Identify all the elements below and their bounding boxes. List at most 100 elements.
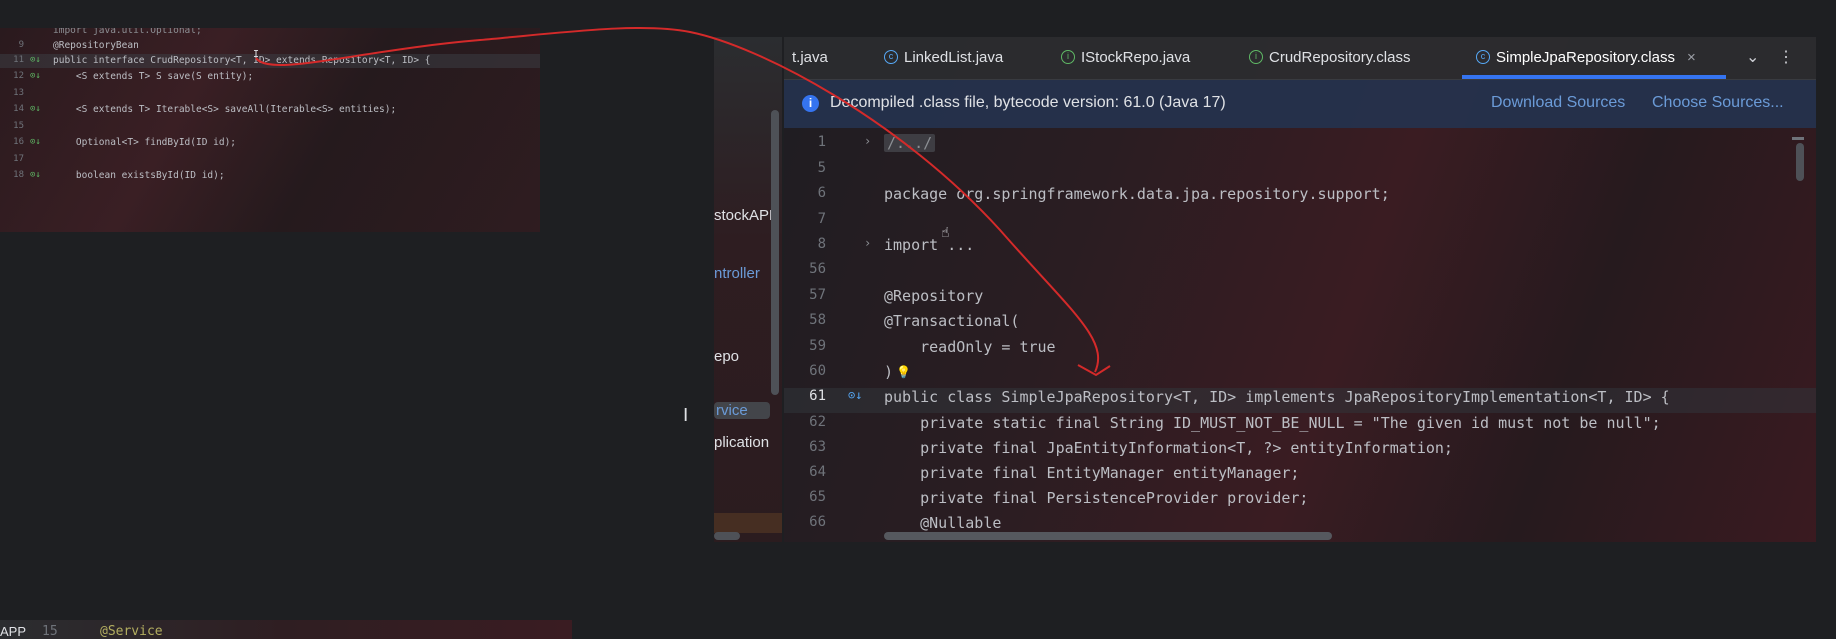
code-line[interactable]: import ... [884,236,974,254]
tree-item[interactable]: stockAPP [714,207,779,224]
download-sources-link[interactable]: Download Sources [1491,94,1625,112]
code-line: <S extends T> Iterable<S> saveAll(Iterab… [53,104,397,115]
scroll-marker [1792,137,1804,140]
line-number: 11 [13,55,24,65]
line-number: 60 [809,363,826,379]
tree-item[interactable]: ntroller [714,265,760,282]
tree-label: APP [0,624,27,639]
implemented-gutter-icon[interactable]: ⊙↓ [30,55,41,65]
line-number: 13 [13,88,24,98]
line-number: 63 [809,439,826,455]
line-number: 64 [809,464,826,480]
code-line: private final EntityManager entityManage… [884,464,1300,482]
code-line: private final PersistenceProvider provid… [884,489,1309,507]
fold-expand-icon[interactable]: › [864,236,871,250]
implemented-gutter-icon[interactable]: ⊙↓ [30,137,41,147]
line-number: 6 [817,185,826,201]
tab-istockrepo-java[interactable]: i IStockRepo.java [1061,37,1190,79]
vertical-scrollbar[interactable] [1796,143,1804,181]
line-number: 62 [809,414,826,430]
line-number: 16 [13,137,24,147]
code-row: 57 @Repository [784,287,1816,312]
line-number: 18 [13,170,24,180]
tree-vertical-scrollbar[interactable] [771,110,779,395]
code-row: 59 readOnly = true [784,338,1816,363]
tab-label: IStockRepo.java [1081,49,1191,66]
code-row: 5 [784,160,1816,185]
info-icon: i [802,95,819,112]
implemented-gutter-icon[interactable]: ⊙↓ [30,71,41,81]
lightbulb-icon[interactable]: 💡 [896,365,911,379]
line-number: 58 [809,312,826,328]
line-number: 65 [809,489,826,505]
mouse-pointer-icon: ☝ [941,225,950,241]
tree-item[interactable]: epo [714,348,739,365]
code-line: @Service [100,624,163,639]
line-number: 57 [809,287,826,303]
code-editor[interactable]: t.java c LinkedList.java i IStockRepo.java… [784,37,1816,542]
line-number: 61 [809,388,826,404]
code-line: import java.util.Optional; [53,28,202,36]
code-line: private static final String ID_MUST_NOT_… [884,414,1661,432]
second-editor-fragment: APP 15 @Service [0,620,572,639]
line-number: 15 [13,121,24,131]
implemented-gutter-icon[interactable]: ⊙↓ [848,388,862,402]
implemented-gutter-icon[interactable]: ⊙↓ [30,170,41,180]
code-line: <S extends T> S save(S entity); [53,71,254,82]
code-row: 58 @Transactional( [784,312,1816,337]
code-line: @RepositoryBean [53,40,139,51]
code-line: boolean existsById(ID id); [53,170,225,181]
horizontal-scrollbar[interactable] [884,532,1332,540]
code-line: public interface CrudRepository<T, ID> e… [53,55,431,66]
tree-item[interactable]: plication [714,434,769,451]
banner-message: Decompiled .class file, bytecode version… [830,94,1226,111]
decompiled-notice-banner: i Decompiled .class file, bytecode versi… [784,80,1816,128]
code-line: public class SimpleJpaRepository<T, ID> … [884,388,1670,406]
interface-icon: i [1061,50,1075,65]
code-row: 63 private final JpaEntityInformation<T,… [784,439,1816,464]
folded-region[interactable]: /.../ [884,134,936,152]
tab-label: t.java [792,49,828,66]
line-number: 9 [18,40,24,50]
code-row: 6 package org.springframework.data.jpa.r… [784,185,1816,210]
close-icon[interactable]: × [1687,49,1696,66]
text-cursor-icon: I [683,405,689,426]
line-number: 59 [809,338,826,354]
chevron-down-icon[interactable]: ⌄ [1746,37,1759,79]
line-number: 1 [817,134,826,150]
code-line: @Nullable [884,514,1002,532]
tab-label: LinkedList.java [904,49,1004,66]
active-tab-indicator [1462,75,1726,79]
code-line: readOnly = true [884,338,1056,356]
tab-simplejparepository-class[interactable]: c SimpleJpaRepository.class × [1476,37,1696,79]
code-row: 1 › /.../ [784,134,1816,159]
text-cursor-icon: I [253,49,260,60]
code-row: 8 › import ... [784,236,1816,261]
interface-icon: i [1249,50,1263,65]
code-line: Optional<T> findById(ID id); [53,137,237,148]
line-number: 14 [13,104,24,114]
code-row: 65 private final PersistenceProvider pro… [784,489,1816,514]
tab-label: CrudRepository.class [1269,49,1411,66]
code-row: 56 [784,261,1816,286]
class-icon: c [1476,50,1490,65]
tree-scrollbar[interactable] [714,532,740,540]
implemented-gutter-icon[interactable]: ⊙↓ [30,104,41,114]
code-line: @Repository [884,287,984,305]
tab-linkedlist-java[interactable]: c LinkedList.java [884,37,1003,79]
line-number: 66 [809,514,826,530]
tab-t-java[interactable]: t.java [792,37,828,79]
code-row: 62 private static final String ID_MUST_N… [784,414,1816,439]
fold-expand-icon[interactable]: › [864,134,871,148]
tree-item-highlight [714,513,782,533]
code-snippet-panel: import java.util.Optional; 9 @Repository… [0,28,540,232]
code-line: private final JpaEntityInformation<T, ?>… [884,439,1453,457]
line-number: 7 [817,211,826,227]
line-number: 17 [13,154,24,164]
choose-sources-link[interactable]: Choose Sources... [1652,94,1784,112]
more-options-icon[interactable]: ⋮ [1778,37,1794,79]
tab-crudrepository-class[interactable]: i CrudRepository.class [1249,37,1410,79]
line-number: 12 [13,71,24,81]
tree-item-selected[interactable]: rvice [714,402,770,419]
class-icon: c [884,50,898,65]
